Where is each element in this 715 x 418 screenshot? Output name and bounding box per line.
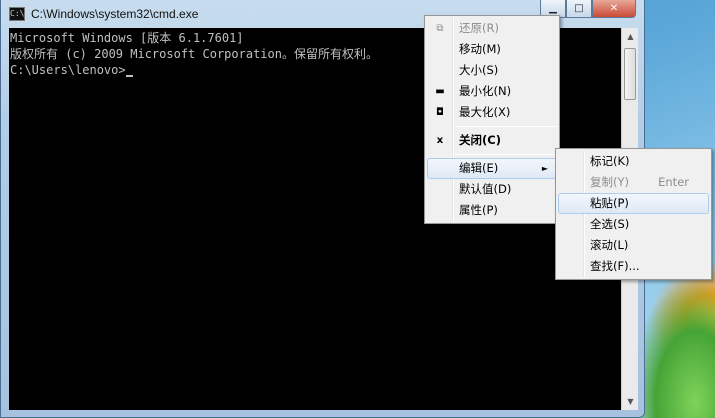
menu-item-mark[interactable]: 标记(K) (558, 151, 709, 172)
menu-item-close[interactable]: x 关闭(C) (427, 130, 557, 151)
menu-item-label: 大小(S) (459, 63, 499, 77)
maximize-icon: □ (574, 3, 584, 14)
menu-item-label: 粘贴(P) (590, 196, 629, 210)
scroll-thumb[interactable] (624, 48, 636, 100)
menu-item-label: 移动(M) (459, 42, 501, 56)
minimize-icon: ▁ (549, 3, 557, 14)
menu-item-move[interactable]: 移动(M) (427, 39, 557, 60)
console-prompt: C:\Users\lenovo> (10, 63, 126, 77)
menu-item-label: 全选(S) (590, 217, 630, 231)
down-arrow-icon: ▼ (627, 397, 634, 406)
close-button[interactable]: ✕ (592, 0, 636, 18)
restore-icon: ⧉ (436, 23, 444, 34)
edit-submenu: 标记(K) 复制(Y) Enter 粘贴(P) 全选(S) 滚动(L) 查找(F)… (555, 148, 712, 280)
menu-item-label: 标记(K) (590, 154, 630, 168)
close-icon: ✕ (609, 3, 619, 14)
menu-item-paste[interactable]: 粘贴(P) (558, 193, 709, 214)
menu-item-minimize[interactable]: ▬ 最小化(N) (427, 81, 557, 102)
menu-separator (455, 126, 557, 127)
menu-item-properties[interactable]: 属性(P) (427, 200, 557, 221)
scroll-down-button[interactable]: ▼ (622, 393, 639, 410)
menu-item-label: 复制(Y) (590, 175, 629, 189)
menu-item-label: 最小化(N) (459, 84, 512, 98)
menu-item-find[interactable]: 查找(F)... (558, 256, 709, 277)
menu-item-maximize[interactable]: ◘ 最大化(X) (427, 102, 557, 123)
text-cursor (125, 75, 133, 77)
scroll-up-button[interactable]: ▲ (622, 28, 639, 45)
menu-item-label: 滚动(L) (590, 238, 629, 252)
cmd-app-icon[interactable]: C:\ (9, 7, 25, 21)
menu-item-restore[interactable]: ⧉ 还原(R) (427, 18, 557, 39)
menu-item-copy[interactable]: 复制(Y) Enter (558, 172, 709, 193)
menu-item-select-all[interactable]: 全选(S) (558, 214, 709, 235)
menu-item-label: 最大化(X) (459, 105, 511, 119)
menu-item-label: 查找(F)... (590, 259, 640, 273)
menu-item-label: 还原(R) (459, 21, 499, 35)
menu-item-scroll[interactable]: 滚动(L) (558, 235, 709, 256)
system-menu: ⧉ 还原(R) 移动(M) 大小(S) ▬ 最小化(N) ◘ 最大化(X) x 关闭(C… (424, 15, 560, 224)
close-icon: x (436, 135, 444, 146)
menu-item-edit[interactable]: 编辑(E) ► (427, 158, 557, 179)
menu-item-label: 属性(P) (459, 203, 498, 217)
menu-item-label: 关闭(C) (459, 133, 501, 147)
up-arrow-icon: ▲ (627, 32, 634, 41)
minimize-icon: ▬ (435, 86, 445, 97)
menu-item-label: 默认值(D) (459, 182, 512, 196)
maximize-button[interactable]: □ (566, 0, 592, 18)
menu-separator (455, 154, 557, 155)
maximize-icon: ◘ (436, 107, 444, 118)
window-title: C:\Windows\system32\cmd.exe (31, 7, 199, 21)
menu-item-defaults[interactable]: 默认值(D) (427, 179, 557, 200)
menu-shortcut: Enter (658, 175, 689, 189)
submenu-arrow-icon: ► (541, 164, 548, 173)
menu-item-label: 编辑(E) (459, 161, 499, 175)
menu-item-size[interactable]: 大小(S) (427, 60, 557, 81)
